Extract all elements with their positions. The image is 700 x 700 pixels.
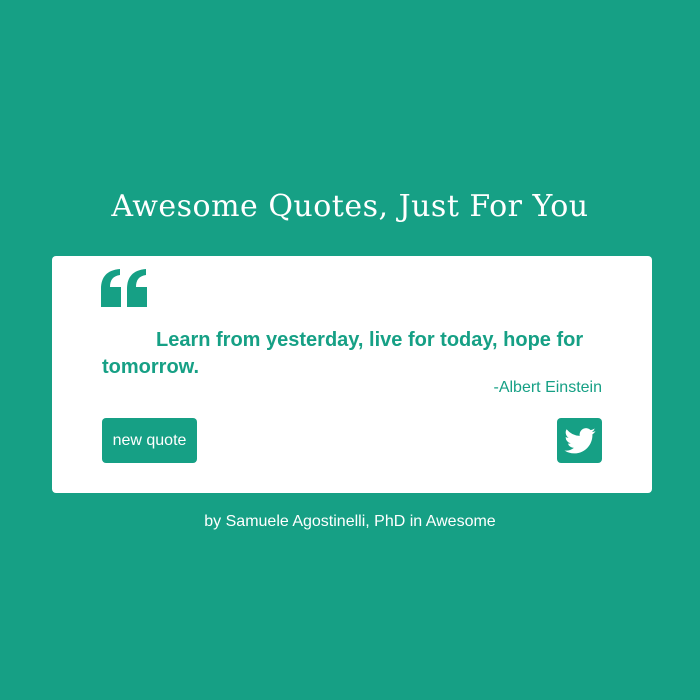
twitter-icon [563,427,596,453]
quote-card: Learn from yesterday, live for today, ho… [52,256,652,493]
quote-text: Learn from yesterday, live for today, ho… [102,329,584,378]
page-title: Awesome Quotes, Just For You [111,189,589,224]
tweet-quote-button[interactable] [557,418,602,463]
new-quote-button[interactable]: new quote [102,418,197,463]
quote-author: -Albert Einstein [493,379,603,396]
footer-credit: by Samuele Agostinelli, PhD in Awesome [204,513,496,530]
quote-left-icon [101,269,147,307]
